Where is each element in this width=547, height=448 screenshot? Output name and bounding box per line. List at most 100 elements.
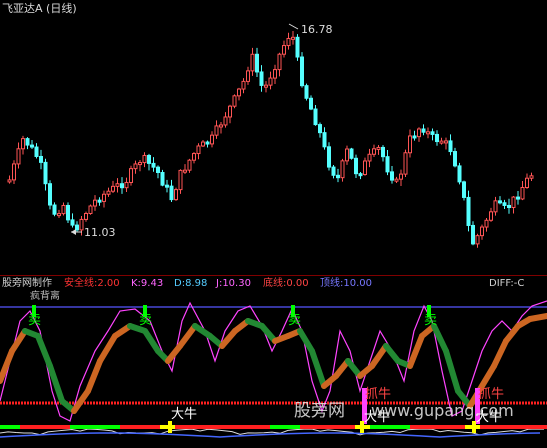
candle [30,144,34,148]
candle [462,181,466,198]
d-line-segment [85,358,103,394]
d-line-segment [527,313,547,322]
j-value: J:10.30 [216,278,251,289]
candle [381,146,385,158]
candle [246,70,250,82]
indicator-chart[interactable]: 卖 卖 卖 卖 抓牛 抓牛 大牛 大牛 大牛 股旁网 www.gupang.co… [0,291,547,448]
candle [183,169,187,173]
candle [115,183,120,187]
candle [43,161,48,185]
svg-text:卖: 卖 [139,313,152,328]
candle [16,148,21,165]
candle [529,175,534,179]
candle [340,160,345,179]
d-line-segment [142,328,161,354]
candle [309,97,313,110]
candle [511,196,516,209]
candle [430,131,435,135]
candle [453,151,457,167]
candle [349,148,354,159]
svg-text:卖: 卖 [28,313,41,328]
sell-signal: 卖 [139,305,152,328]
candle [88,205,93,214]
d-line-segment [491,338,509,369]
candle [138,162,142,166]
watermark: 股旁网 www.gupang.com [294,401,514,421]
band-block [175,425,270,429]
candle [358,173,363,177]
candle [219,124,223,128]
band-block [370,425,410,429]
d-line-segment [35,333,53,369]
candle [466,196,471,226]
candle [471,224,475,245]
candlestick-chart[interactable]: 16.78 11.03 [0,0,547,272]
candle [223,116,228,126]
band-block [270,425,300,429]
candle [372,148,376,155]
sell-signal: 卖 [288,305,301,328]
candle [259,71,264,86]
candle [84,212,88,220]
candle [457,165,462,183]
candle [390,171,394,181]
indicator-header: 股旁网制作 安全线:2.00 K:9.43 D:8.98 J:10.30 底线:… [0,277,547,291]
d-line-segment [309,348,327,389]
candle [52,204,57,215]
band-block [480,425,547,429]
candle [228,105,232,118]
candle [210,134,214,145]
candle [336,174,340,179]
candle [367,153,372,162]
candle [345,148,349,162]
high-marker: 16.78 [288,23,333,36]
indicator-name: 股旁网制作 [2,278,52,289]
d-line-segment [479,363,497,389]
candle [403,152,408,175]
candle [444,140,448,144]
svg-text:卖: 卖 [424,313,437,328]
band-block [160,425,175,429]
candle [255,53,259,73]
svg-text:大牛: 大牛 [171,407,197,422]
candle [106,190,111,195]
band-block [300,425,355,429]
candle [264,84,268,88]
candle [399,173,403,180]
candle [435,133,439,143]
candle [304,85,309,99]
candle [196,145,201,155]
candle [363,160,367,176]
svg-text:抓牛: 抓牛 [478,387,504,402]
bottom-line-value: 底线:0.00 [263,278,309,289]
svg-text:股旁网: 股旁网 [294,401,345,421]
candle [133,163,138,170]
candle [412,135,417,139]
candle [201,141,205,147]
candle [232,95,237,107]
candle [498,200,502,204]
candle [250,53,255,72]
candle [291,36,295,40]
candle [151,162,156,168]
candle [156,166,160,173]
candle [376,146,381,150]
d-value: D:8.98 [174,278,208,289]
candle [273,69,277,79]
candle [192,153,196,161]
candle [417,128,421,138]
panel-divider [0,275,547,276]
candle [214,125,219,136]
candle [174,189,178,201]
candle [70,219,75,226]
candle [21,138,25,150]
candle [507,204,511,209]
svg-text:卖: 卖 [288,313,301,328]
candle [129,168,133,183]
candle [12,163,16,181]
low-price-label: 11.03 [84,226,116,239]
candle [57,213,61,217]
candle [300,56,304,87]
candle [295,36,300,58]
band-block [410,425,465,429]
